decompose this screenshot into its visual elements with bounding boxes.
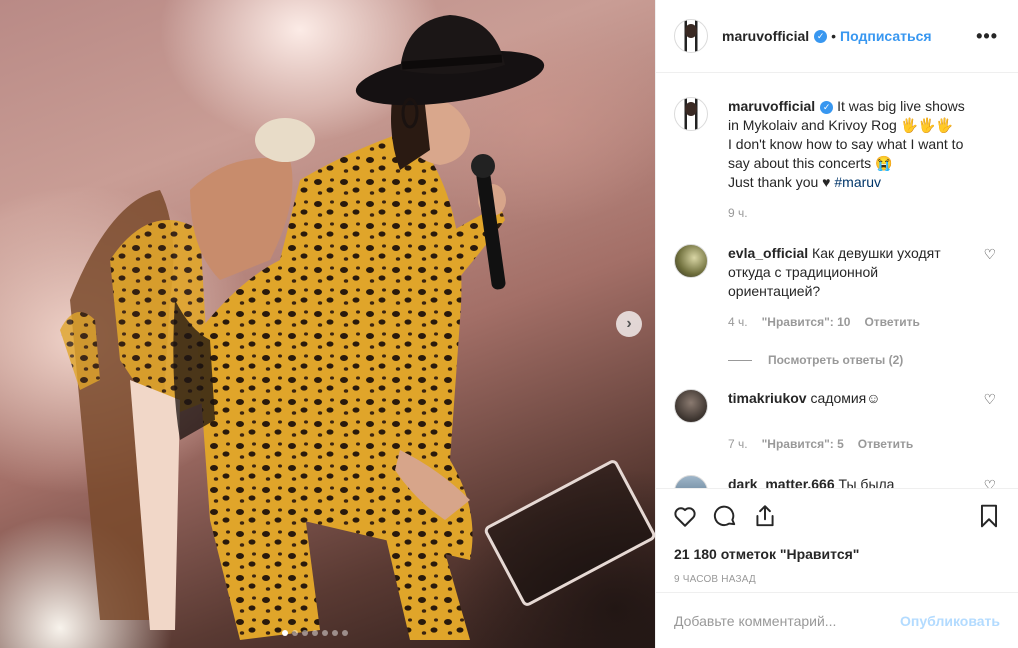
caption-avatar[interactable] bbox=[674, 97, 708, 131]
chevron-right-icon: › bbox=[626, 315, 632, 332]
verified-check-icon: ✓ bbox=[820, 101, 834, 114]
comment-like-icon[interactable]: ♡ bbox=[983, 477, 996, 488]
heart-icon[interactable] bbox=[672, 503, 698, 529]
comment-input[interactable] bbox=[674, 612, 901, 629]
view-replies-label: Посмотреть ответы (2) bbox=[768, 353, 904, 367]
comment-time[interactable]: 7 ч. bbox=[728, 437, 748, 451]
post-media[interactable]: › bbox=[0, 0, 655, 648]
comment-like-icon[interactable]: ♡ bbox=[983, 246, 996, 263]
performer-illustration bbox=[60, 15, 545, 640]
caption-username[interactable]: maruvofficial bbox=[728, 98, 815, 114]
post-sidebar: maruvofficial ✓ • Подписаться ••• maruvo… bbox=[655, 0, 1018, 648]
comment-meta: 4 ч. "Нравится": 10 Ответить bbox=[728, 315, 998, 329]
hashtag-link[interactable]: #maruv bbox=[834, 174, 881, 190]
carousel-dot bbox=[332, 630, 338, 636]
commenter-avatar[interactable] bbox=[674, 244, 708, 278]
carousel-dots bbox=[282, 630, 348, 636]
add-comment-form: Опубликовать bbox=[656, 592, 1018, 648]
action-bar bbox=[656, 488, 1018, 542]
caption-text: maruvofficial ✓ It was big live shows in M… bbox=[728, 97, 965, 192]
bookmark-icon[interactable] bbox=[976, 503, 1002, 529]
share-icon[interactable] bbox=[752, 503, 778, 529]
commenter-avatar[interactable] bbox=[674, 475, 708, 488]
carousel-dot bbox=[312, 630, 318, 636]
comment-reply-button[interactable]: Ответить bbox=[858, 437, 913, 451]
comment-like-icon[interactable]: ♡ bbox=[983, 391, 996, 408]
comment-icon[interactable] bbox=[712, 503, 738, 529]
commenter-username[interactable]: evla_official bbox=[728, 245, 808, 261]
comment-item: dark_matter.666 Ты была ♡ bbox=[674, 475, 998, 488]
caption-line-1: It was big live shows bbox=[837, 98, 965, 114]
view-replies-button[interactable]: Посмотреть ответы (2) bbox=[728, 353, 998, 367]
commenter-avatar[interactable] bbox=[674, 389, 708, 423]
more-options-icon[interactable]: ••• bbox=[976, 26, 998, 47]
comment-text: садомия☺ bbox=[810, 390, 881, 406]
comment-meta: 7 ч. "Нравится": 5 Ответить bbox=[728, 437, 998, 451]
post-timestamp[interactable]: 9 ЧАСОВ НАЗАД bbox=[656, 566, 1018, 592]
carousel-dot bbox=[302, 630, 308, 636]
comment-time[interactable]: 4 ч. bbox=[728, 315, 748, 329]
likes-count[interactable]: 21 180 отметок "Нравится" bbox=[656, 542, 1018, 566]
instagram-post: › maruvofficial ✓ • Подписаться ••• maru… bbox=[0, 0, 1018, 648]
post-caption: maruvofficial ✓ It was big live shows in M… bbox=[674, 97, 998, 192]
comments-list[interactable]: maruvofficial ✓ It was big live shows in M… bbox=[656, 73, 1018, 488]
comment-reply-button[interactable]: Ответить bbox=[864, 315, 919, 329]
caption-line-4: say about this concerts 😭 bbox=[728, 155, 893, 171]
caption-line-5: Just thank you ♥ bbox=[728, 174, 831, 190]
caption-line-3: I don't know how to say what I want to bbox=[728, 136, 964, 152]
carousel-dot bbox=[282, 630, 288, 636]
comment-text: Ты была bbox=[838, 476, 895, 488]
commenter-username[interactable]: dark_matter.666 bbox=[728, 476, 835, 488]
verified-check-icon: ✓ bbox=[814, 29, 828, 43]
author-username[interactable]: maruvofficial bbox=[722, 28, 809, 44]
commenter-username[interactable]: timakriukov bbox=[728, 390, 807, 406]
comment-body: evla_official Как девушки уходят откуда … bbox=[728, 244, 973, 301]
comment-body: timakriukov садомия☺ bbox=[728, 389, 973, 423]
comment-likes[interactable]: "Нравится": 5 bbox=[762, 437, 844, 451]
caption-time[interactable]: 9 ч. bbox=[728, 206, 998, 220]
comment-item: timakriukov садомия☺ ♡ bbox=[674, 389, 998, 423]
caption-line-2: in Mykolaiv and Krivoy Rog 🖐🖐🖐 bbox=[728, 117, 954, 133]
post-header: maruvofficial ✓ • Подписаться ••• bbox=[656, 0, 1018, 73]
author-avatar[interactable] bbox=[674, 19, 708, 53]
header-separator: • bbox=[831, 28, 837, 44]
follow-button[interactable]: Подписаться bbox=[840, 28, 932, 44]
replies-divider bbox=[728, 359, 752, 361]
publish-button[interactable]: Опубликовать bbox=[900, 613, 1000, 629]
carousel-dot bbox=[322, 630, 328, 636]
comment-body: dark_matter.666 Ты была bbox=[728, 475, 973, 488]
carousel-dot bbox=[342, 630, 348, 636]
comment-likes[interactable]: "Нравится": 10 bbox=[762, 315, 851, 329]
comment-item: evla_official Как девушки уходят откуда … bbox=[674, 244, 998, 301]
carousel-dot bbox=[292, 630, 298, 636]
next-slide-button[interactable]: › bbox=[616, 311, 642, 337]
